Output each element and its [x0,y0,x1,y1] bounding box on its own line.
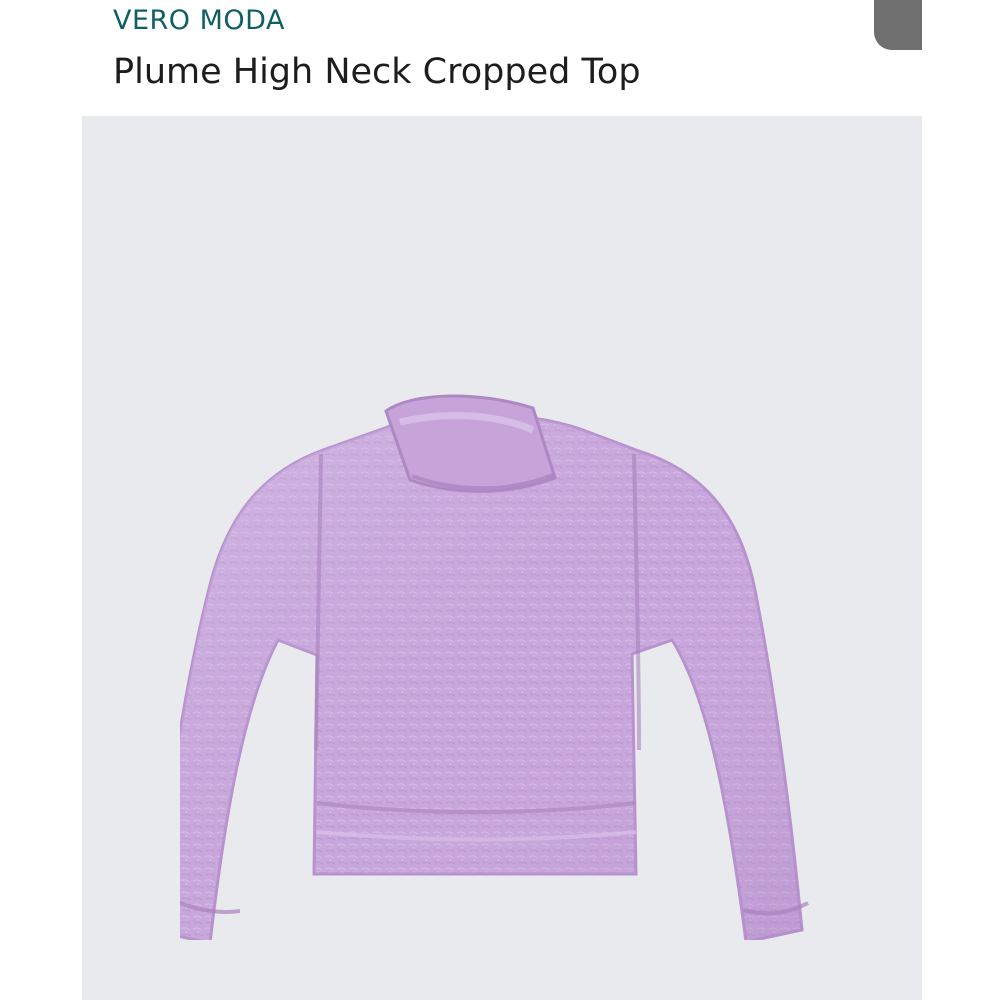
product-page: VERO MODA Plume High Neck Cropped Top [0,0,1000,1000]
product-title: Plume High Neck Cropped Top [113,52,641,92]
product-image-area[interactable] [82,116,922,1000]
collapse-tab-icon[interactable] [874,0,922,50]
sweater-image [180,394,809,940]
product-card: VERO MODA Plume High Neck Cropped Top [82,0,922,1000]
sweater-shape [180,394,809,940]
product-header: VERO MODA Plume High Neck Cropped Top [82,0,922,116]
brand-name[interactable]: VERO MODA [113,5,285,36]
